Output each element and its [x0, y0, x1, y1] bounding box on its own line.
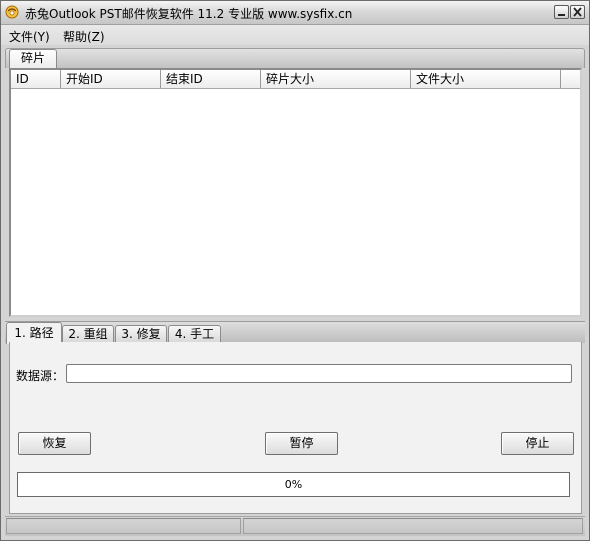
column-header-filler — [561, 70, 581, 88]
list-header: ID 开始ID 结束ID 碎片大小 文件大小 — [11, 70, 580, 89]
fragment-tab-strip: 碎片 — [5, 48, 585, 68]
status-bar — [5, 516, 585, 536]
status-pane-right — [243, 518, 583, 534]
close-icon — [573, 7, 582, 17]
column-header-end-id[interactable]: 结束ID — [161, 70, 261, 88]
column-header-start-id[interactable]: 开始ID — [61, 70, 161, 88]
column-header-fragment-size[interactable]: 碎片大小 — [261, 70, 411, 88]
path-panel: 数据源： 恢复 暂停 停止 0% — [9, 342, 582, 514]
minimize-icon — [558, 14, 565, 16]
tab-repair[interactable]: 3. 修复 — [115, 325, 167, 343]
close-button[interactable] — [570, 5, 585, 19]
column-header-id[interactable]: ID — [11, 70, 61, 88]
data-source-label: 数据源： — [16, 369, 65, 383]
fragment-list[interactable]: ID 开始ID 结束ID 碎片大小 文件大小 — [9, 68, 582, 317]
menu-help[interactable]: 帮助(Z) — [63, 28, 105, 45]
progress-bar: 0% — [17, 472, 570, 497]
step-tab-strip: 1. 路径 2. 重组 3. 修复 4. 手工 — [5, 321, 585, 344]
minimize-button[interactable] — [554, 5, 569, 19]
pause-button[interactable]: 暂停 — [265, 432, 338, 455]
window-title: 赤兔Outlook PST邮件恢复软件 11.2 专业版 www.sysfix.… — [25, 7, 353, 21]
progress-text: 0% — [284, 478, 303, 491]
stop-button[interactable]: 停止 — [501, 432, 574, 455]
title-bar[interactable]: 赤兔Outlook PST邮件恢复软件 11.2 专业版 www.sysfix.… — [1, 1, 589, 25]
menu-bar: 文件(Y) 帮助(Z) — [1, 25, 589, 45]
app-window: 赤兔Outlook PST邮件恢复软件 11.2 专业版 www.sysfix.… — [0, 0, 590, 541]
column-header-file-size[interactable]: 文件大小 — [411, 70, 561, 88]
tab-fragments[interactable]: 碎片 — [9, 49, 57, 68]
tab-path[interactable]: 1. 路径 — [6, 322, 62, 344]
status-pane-left — [6, 518, 241, 534]
recover-button[interactable]: 恢复 — [18, 432, 91, 455]
app-logo-icon — [5, 5, 19, 19]
menu-file[interactable]: 文件(Y) — [9, 28, 50, 45]
tab-manual[interactable]: 4. 手工 — [168, 325, 221, 343]
tab-reassemble[interactable]: 2. 重组 — [62, 325, 114, 343]
data-source-input[interactable] — [66, 364, 572, 383]
